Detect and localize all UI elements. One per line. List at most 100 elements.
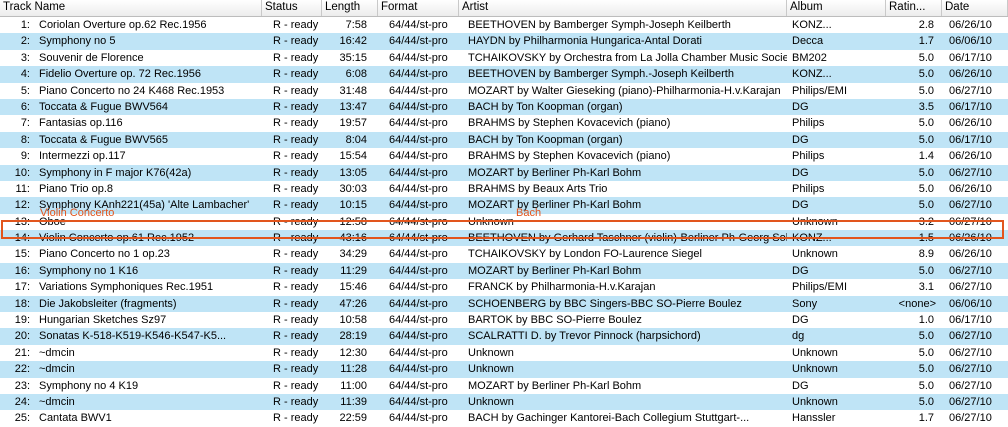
- cell-track-name: 4: Fidelio Overture op. 72 Rec.1956: [0, 66, 262, 82]
- cell-track-number: 21:: [14, 346, 30, 359]
- cell-track-number: 23:: [14, 379, 30, 392]
- cell-rating: 1.0: [918, 314, 934, 327]
- column-header-format[interactable]: Format: [378, 0, 459, 16]
- cell-date: 06/26/10: [949, 19, 992, 31]
- cell-track-title: Fidelio Overture op. 72 Rec.1956: [39, 68, 202, 81]
- cell-length: 13:05: [339, 166, 367, 179]
- cell-rating: 5.0: [918, 379, 934, 392]
- cell-album: DG: [792, 166, 809, 179]
- cell-track-number: 11:: [15, 182, 30, 195]
- table-row[interactable]: 4: Fidelio Overture op. 72 Rec.1956 R - re…: [0, 66, 1008, 83]
- cell-track-number: 13:: [14, 215, 30, 228]
- table-row[interactable]: 2: Symphony no 5 R - ready 16:42 64/44/st-pr…: [0, 33, 1008, 50]
- cell-format: 64/44/st-pro: [389, 150, 448, 163]
- cell-album: Philips: [792, 150, 825, 163]
- cell-format: 64/44/st-pro: [389, 117, 448, 130]
- cell-track-title: Sonatas K-518-K519-K546-K547-K5...: [39, 330, 227, 343]
- cell-date: 06/26/10: [949, 150, 992, 163]
- table-row[interactable]: 12: Symphony KAnh221(45a) 'Alte Lambacher…: [0, 197, 1008, 214]
- table-row[interactable]: 3: Souvenir de Florence R - ready 35:15 64/4…: [0, 50, 1008, 66]
- table-row[interactable]: 8: Toccata & Fugue BWV565 R - ready 8:04 64/…: [0, 131, 1008, 149]
- cell-format: 64/44/st-pro: [389, 133, 448, 146]
- table-row[interactable]: 10: Symphony in F major K76(42a) R - ready…: [0, 164, 1008, 181]
- table-row[interactable]: 9: Intermezzi op.117 R - ready 15:54 64/44/s…: [0, 148, 1008, 164]
- cell-format: 64/44/st-pro: [389, 84, 448, 97]
- cell-track-title: Souvenir de Florence: [39, 51, 144, 64]
- cell-date: 06/26/10: [949, 232, 992, 245]
- table-row[interactable]: 13: Oboe R - ready 12:58 64/44/st-pro Unknown…: [0, 214, 1008, 230]
- table-row[interactable]: 6: Toccata & Fugue BWV564 R - ready 13:47 64…: [0, 98, 1008, 116]
- track-list-table[interactable]: Track Name Status Length Format Artist A…: [0, 0, 1008, 424]
- cell-track-name: 2: Symphony no 5: [0, 33, 262, 49]
- cell-rating: 3.2: [918, 215, 934, 228]
- table-row[interactable]: 7: Fantasias op.116 R - ready 19:57 64/44/st…: [0, 115, 1008, 131]
- table-row[interactable]: 19: Hungarian Sketches Sz97 R - ready 10:58…: [0, 312, 1008, 328]
- cell-album: DG: [792, 264, 809, 277]
- cell-date: 06/27/10: [949, 281, 992, 294]
- cell-format: 64/44/st-pro: [389, 297, 448, 310]
- table-row[interactable]: 16: Symphony no 1 K16 R - ready 11:29 64/44/…: [0, 262, 1008, 280]
- cell-format: 64/44/st-pro: [389, 51, 448, 64]
- column-header-rating[interactable]: Ratin...: [886, 0, 942, 16]
- column-header-status[interactable]: Status: [262, 0, 322, 16]
- column-header-track-name[interactable]: Track Name: [0, 0, 262, 16]
- column-header-album[interactable]: Album: [787, 0, 886, 16]
- cell-length: 43:16: [339, 232, 367, 245]
- cell-artist: BRAHMS by Stephen Kovacevich (piano): [468, 150, 671, 163]
- cell-track-title: Die Jakobsleiter (fragments): [39, 297, 177, 310]
- cell-status: R - ready: [273, 182, 319, 195]
- cell-date: 06/06/10: [949, 35, 992, 48]
- table-row[interactable]: 21: ~dmcin R - ready 12:30 64/44/st-pro Unkno…: [0, 345, 1008, 361]
- cell-track-number: 15:: [14, 248, 30, 261]
- table-row[interactable]: 18: Die Jakobsleiter (fragments) R - ready…: [0, 295, 1008, 313]
- cell-rating: 5.0: [918, 84, 934, 97]
- cell-track-number: 1:: [20, 19, 30, 31]
- table-row[interactable]: 23: Symphony no 4 K19 R - ready 11:00 64/44/…: [0, 378, 1008, 394]
- cell-album: KONZ...: [792, 232, 832, 245]
- cell-status: R - ready: [273, 100, 319, 113]
- cell-artist: FRANCK by Philharmonia-H.v.Karajan: [468, 281, 656, 294]
- cell-album: Decca: [792, 35, 824, 48]
- cell-format: 64/44/st-pro: [389, 248, 448, 261]
- cell-artist: BRAHMS by Stephen Kovacevich (piano): [468, 117, 671, 130]
- cell-rating: 1.4: [918, 150, 934, 163]
- cell-length: 15:54: [339, 150, 367, 163]
- table-row[interactable]: 24: ~dmcin R - ready 11:39 64/44/st-pro Unkno…: [0, 393, 1008, 411]
- title-annotation-label: Violin Concerto: [40, 207, 115, 219]
- cell-album: DG: [792, 133, 809, 146]
- table-row[interactable]: 17: Variations Symphoniques Rec.1951 R - r…: [0, 279, 1008, 295]
- table-row[interactable]: 15: Piano Concerto no 1 op.23 R - ready 34:…: [0, 246, 1008, 262]
- table-row[interactable]: 20: Sonatas K-518-K519-K546-K547-K5... R -…: [0, 328, 1008, 345]
- cell-length: 13:47: [339, 100, 367, 113]
- cell-status: R - ready: [273, 248, 319, 261]
- cell-rating: 5.0: [918, 330, 934, 343]
- cell-status: R - ready: [273, 84, 319, 97]
- table-row[interactable]: 25: Cantata BWV1 R - ready 22:59 64/44/st-pr…: [0, 410, 1008, 426]
- table-row[interactable]: 1: Coriolan Overture op.62 Rec.1956 R - re…: [0, 17, 1008, 33]
- cell-format: 64/44/st-pro: [389, 199, 448, 212]
- column-header-artist[interactable]: Artist: [459, 0, 787, 16]
- cell-length: 22:59: [339, 412, 367, 425]
- cell-rating: 5.0: [918, 182, 934, 195]
- cell-length: 35:15: [339, 51, 367, 64]
- cell-track-number: 7:: [20, 117, 30, 130]
- table-row[interactable]: 5: Piano Concerto no 24 K468 Rec.1953 R - …: [0, 83, 1008, 99]
- cell-rating: 2.8: [918, 19, 934, 31]
- table-row[interactable]: 22: ~dmcin R - ready 11:28 64/44/st-pro Unkno…: [0, 361, 1008, 378]
- table-row[interactable]: 14: Violin Concerto op.61 Rec.1952 R - rea…: [0, 230, 1008, 247]
- cell-album: Unknown: [792, 248, 838, 261]
- cell-track-title: Violin Concerto op.61 Rec.1952: [39, 232, 195, 245]
- cell-track-name: 18: Die Jakobsleiter (fragments): [0, 296, 262, 312]
- cell-date: 06/27/10: [949, 264, 992, 277]
- cell-format: 64/44/st-pro: [389, 346, 448, 359]
- cell-artist: BRAHMS by Beaux Arts Trio: [468, 182, 608, 195]
- cell-track-title: Hungarian Sketches Sz97: [39, 314, 167, 327]
- cell-track-title: ~dmcin: [39, 395, 75, 408]
- column-header-date[interactable]: Date: [942, 0, 1008, 16]
- table-row[interactable]: 11: Piano Trio op.8 R - ready 30:03 64/44/st…: [0, 181, 1008, 197]
- cell-rating: 5.0: [918, 166, 934, 179]
- cell-track-title: Symphony no 1 K16: [39, 264, 139, 277]
- cell-track-name: 24: ~dmcin: [0, 394, 262, 410]
- column-header-length[interactable]: Length: [322, 0, 378, 16]
- cell-status: R - ready: [273, 150, 319, 163]
